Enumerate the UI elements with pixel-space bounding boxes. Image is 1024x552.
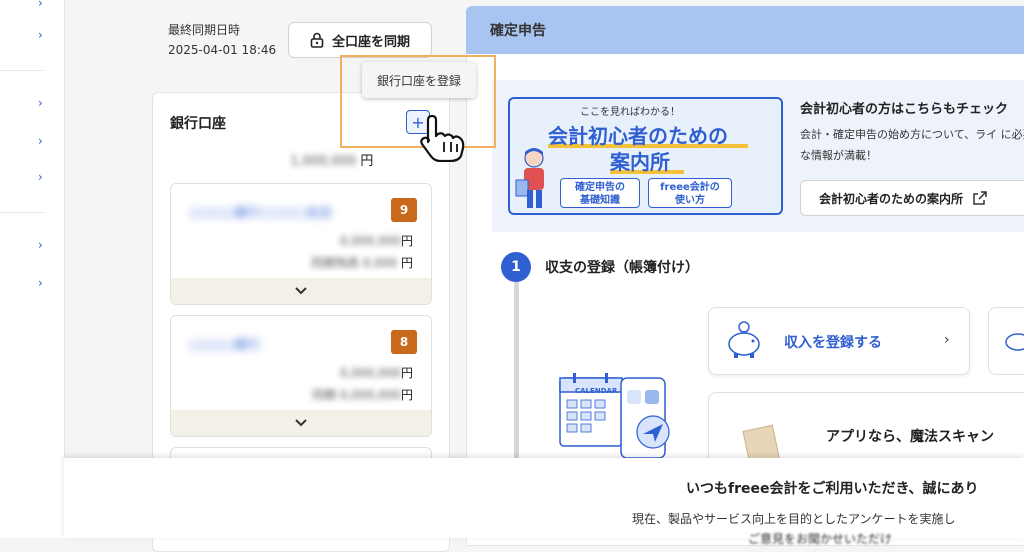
unprocessed-count-badge: 9	[391, 198, 417, 222]
person-illustration-icon	[515, 148, 544, 208]
money-icon	[1005, 333, 1024, 351]
chevron-right-icon[interactable]: ›	[38, 0, 43, 10]
unprocessed-count-badge: 8	[391, 330, 417, 354]
last-sync-info: 最終同期日時 2025-04-01 18:46	[168, 20, 276, 60]
register-income-label: 収入を登録する	[784, 335, 882, 351]
calendar-label: CALENDAR	[575, 387, 618, 395]
bank-account-card[interactable]: ○○○○銀行○○○○支店 9 0,000,000円 同期残高 0,000 円	[170, 183, 432, 305]
lock-icon	[310, 32, 324, 48]
banner-title-line2: 案内所	[610, 150, 670, 174]
step-connector	[514, 282, 519, 482]
survey-text: 現在、製品やサービス向上を目的としたアンケートを実施し	[632, 512, 956, 526]
account-name: ○○○○銀行○○○○支店	[189, 206, 332, 221]
bank-total: 1,000,000 円	[290, 150, 373, 169]
chevron-right-icon[interactable]: ›	[38, 134, 43, 148]
tax-basics-pill[interactable]: 確定申告の 基礎知識	[560, 178, 640, 208]
account-name: ○○○○銀行	[189, 338, 261, 353]
last-sync-datetime: 2025-04-01 18:46	[168, 43, 277, 57]
expand-account-button[interactable]	[171, 278, 431, 304]
chevron-right-icon[interactable]: ›	[38, 28, 43, 42]
banner-title-line1: 会計初心者のための	[548, 124, 728, 148]
tax-return-header	[466, 6, 1024, 54]
register-expense-button[interactable]	[988, 307, 1024, 375]
bank-account-card[interactable]: ○○○○銀行 8 0,000,000円 同期 0,000,000円	[170, 315, 432, 437]
survey-text-line2: ご意見をお聞かせいただけ	[748, 532, 893, 546]
piggy-bank-icon	[728, 321, 760, 358]
beginner-guide-button[interactable]: 会計初心者のための案内所	[800, 180, 1024, 216]
account-balance: 0,000,000円	[339, 234, 413, 248]
tax-return-title: 確定申告	[490, 23, 546, 39]
account-balance: 0,000,000円	[339, 366, 413, 380]
sync-all-button[interactable]: 全口座を同期	[288, 22, 432, 58]
guide-button-label: 会計初心者のための案内所	[819, 191, 964, 206]
divider	[0, 70, 44, 71]
left-sidebar: › › › › › › ›	[0, 0, 65, 538]
chevron-right-icon[interactable]: ›	[38, 238, 43, 252]
survey-title: いつもfreee会計をご利用いただき、誠にあり	[686, 481, 979, 497]
chevron-down-icon	[295, 419, 307, 427]
chevron-right-icon[interactable]: ›	[38, 170, 43, 184]
banner-subtitle: ここを見ればわかる！	[580, 107, 680, 118]
chevron-right-icon: ›	[944, 332, 950, 348]
calendar-phone-illustration-icon	[559, 373, 670, 459]
divider	[0, 212, 44, 213]
step-number: 1	[501, 252, 531, 282]
account-sync-balance: 同期残高 0,000 円	[310, 256, 413, 270]
add-bank-account-tooltip: 銀行口座を登録	[362, 62, 476, 98]
external-link-icon	[973, 191, 987, 205]
chevron-right-icon[interactable]: ›	[38, 276, 43, 290]
step-title: 収支の登録（帳簿付け）	[545, 260, 699, 276]
chevron-right-icon[interactable]: ›	[38, 96, 43, 110]
bank-accounts-title: 銀行口座	[170, 116, 226, 132]
freee-howto-pill[interactable]: freee会計の 使い方	[648, 178, 732, 208]
account-sync-balance: 同期 0,000,000円	[312, 388, 413, 402]
expand-account-button[interactable]	[171, 410, 431, 436]
app-magic-scan-label: アプリなら、魔法スキャン	[826, 429, 994, 445]
sync-all-label: 全口座を同期	[331, 34, 410, 50]
bank-total-value: 1,000,000	[290, 154, 357, 169]
currency-label: 円	[360, 154, 374, 169]
chevron-down-icon	[295, 287, 307, 295]
hand-pointer-cursor-icon	[420, 114, 465, 162]
intro-description: 会計・確定申告の始め方について、ライ に必要な情報が満載！	[800, 128, 1024, 162]
last-sync-label: 最終同期日時	[168, 23, 241, 37]
intro-title: 会計初心者の方はこちらもチェック	[800, 102, 1009, 117]
